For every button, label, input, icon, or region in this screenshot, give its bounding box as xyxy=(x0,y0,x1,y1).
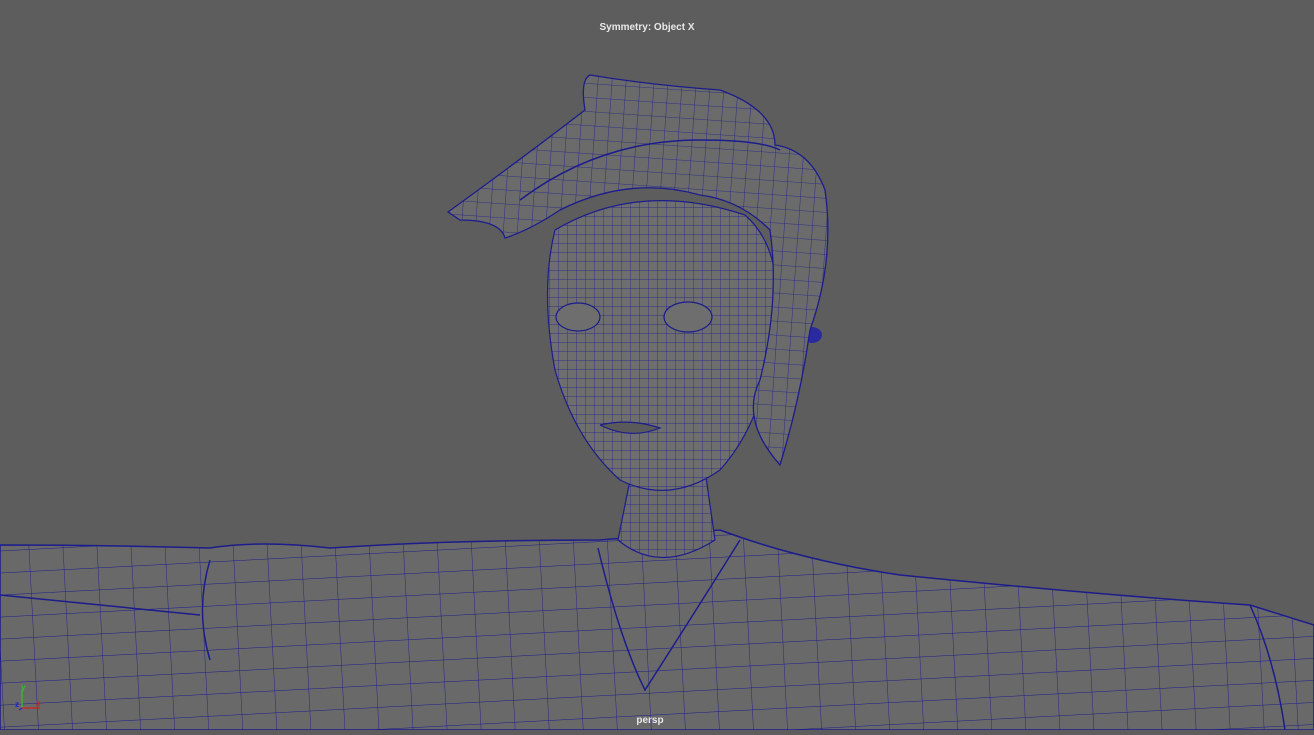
torso-mesh xyxy=(0,529,1314,731)
camera-name-label: persp xyxy=(636,715,664,726)
3d-viewport[interactable]: Symmetry: Object X persp y x z xyxy=(0,0,1314,731)
z-axis-label: z xyxy=(15,700,19,709)
axis-gizmo: y x z xyxy=(15,683,41,711)
left-eye xyxy=(555,302,601,332)
right-eye xyxy=(663,301,713,333)
symmetry-status-label: Symmetry: Object X xyxy=(599,22,695,33)
x-axis-label: x xyxy=(36,699,41,708)
character-mesh xyxy=(0,74,1314,731)
y-axis-label: y xyxy=(21,683,26,692)
z-axis-line xyxy=(18,707,23,711)
